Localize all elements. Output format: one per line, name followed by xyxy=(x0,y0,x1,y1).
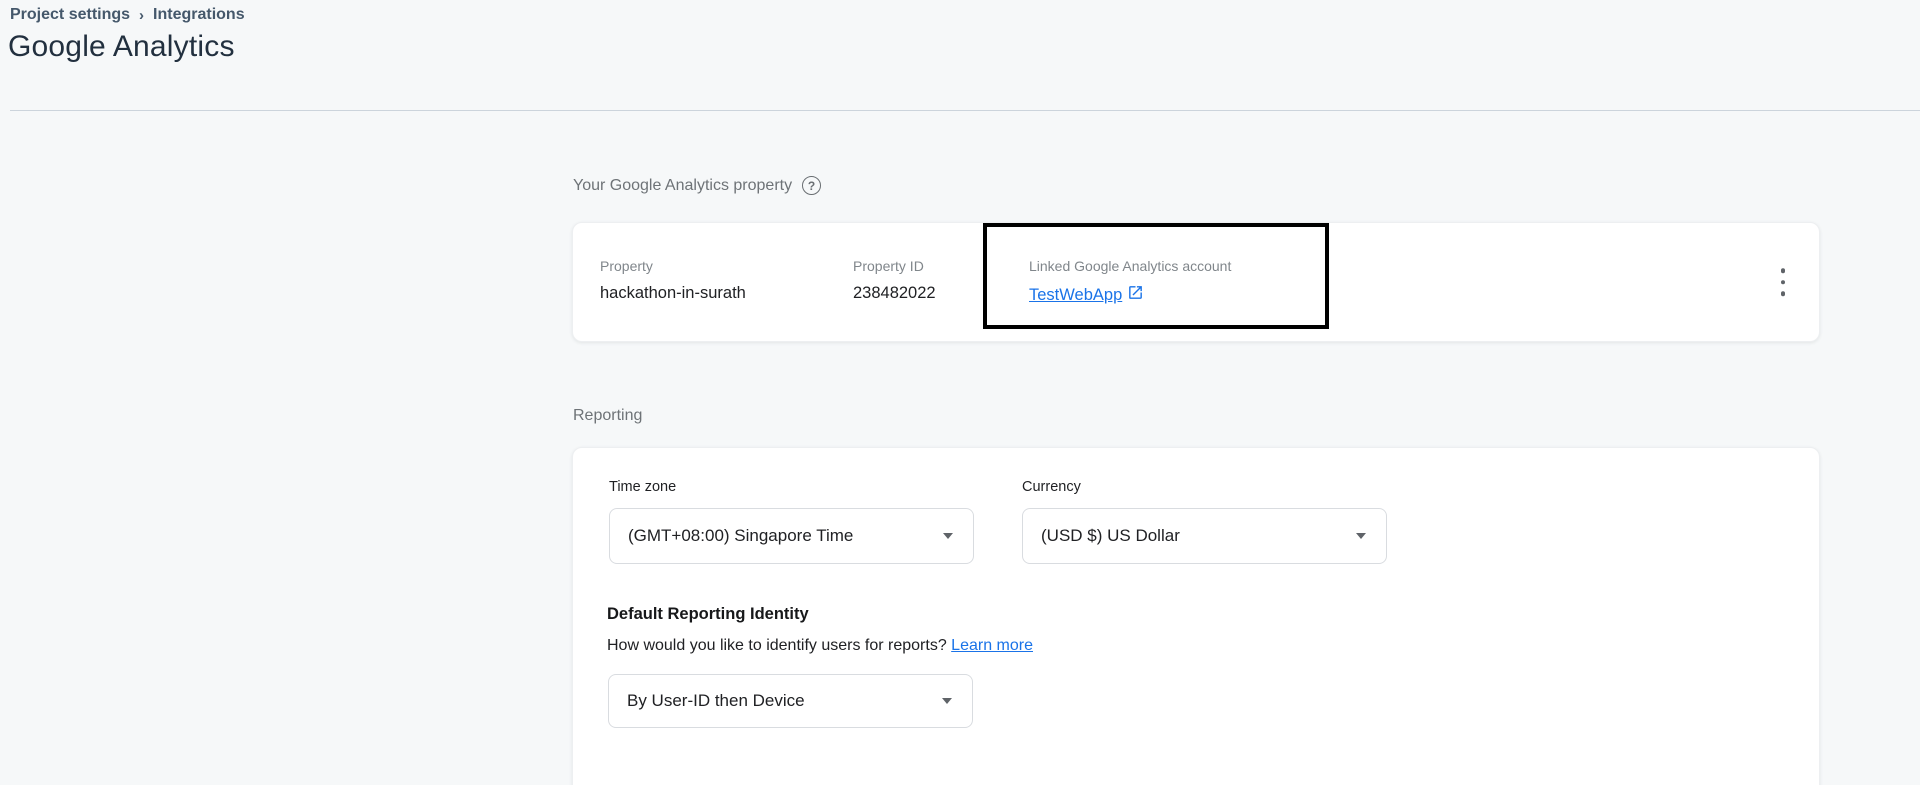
property-section-heading: Your Google Analytics property ? xyxy=(573,176,821,195)
default-reporting-identity-title: Default Reporting Identity xyxy=(607,605,809,624)
reporting-section-heading-label: Reporting xyxy=(573,407,642,425)
currency-label: Currency xyxy=(1022,479,1387,495)
chevron-right-icon: › xyxy=(138,7,145,24)
linked-account-label: Linked Google Analytics account xyxy=(1029,258,1231,274)
help-icon[interactable]: ? xyxy=(802,176,821,195)
property-field: Property hackathon-in-surath xyxy=(600,258,746,303)
property-value: hackathon-in-surath xyxy=(600,284,746,303)
reporting-identity-dropdown-value: By User-ID then Device xyxy=(627,691,805,711)
reporting-identity-dropdown[interactable]: By User-ID then Device xyxy=(608,674,973,728)
chevron-down-icon xyxy=(942,698,952,704)
breadcrumb: Project settings › Integrations xyxy=(10,6,245,24)
currency-field: Currency (USD $) US Dollar xyxy=(1022,479,1387,564)
currency-dropdown-value: (USD $) US Dollar xyxy=(1041,526,1180,546)
reporting-card: Time zone (GMT+08:00) Singapore Time Cur… xyxy=(572,447,1820,785)
linked-account-link[interactable]: TestWebApp xyxy=(1029,284,1144,306)
property-id-label: Property ID xyxy=(853,258,936,274)
chevron-down-icon xyxy=(1356,533,1366,539)
linked-account-field: Linked Google Analytics account TestWebA… xyxy=(1029,258,1231,306)
open-in-new-icon xyxy=(1127,284,1144,306)
property-id-field: Property ID 238482022 xyxy=(853,258,936,303)
reporting-section-heading: Reporting xyxy=(573,407,642,425)
timezone-dropdown-value: (GMT+08:00) Singapore Time xyxy=(628,526,853,546)
identity-description-text: How would you like to identify users for… xyxy=(607,637,947,654)
timezone-dropdown[interactable]: (GMT+08:00) Singapore Time xyxy=(609,508,974,564)
timezone-label: Time zone xyxy=(609,479,974,495)
timezone-field: Time zone (GMT+08:00) Singapore Time xyxy=(609,479,974,564)
linked-account-link-label: TestWebApp xyxy=(1029,286,1122,305)
property-label: Property xyxy=(600,258,746,274)
chevron-down-icon xyxy=(943,533,953,539)
learn-more-link[interactable]: Learn more xyxy=(951,637,1033,654)
default-reporting-identity-description: How would you like to identify users for… xyxy=(607,637,1033,655)
currency-dropdown[interactable]: (USD $) US Dollar xyxy=(1022,508,1387,564)
property-id-value: 238482022 xyxy=(853,284,936,303)
kebab-menu-icon[interactable] xyxy=(1777,264,1790,300)
header-divider xyxy=(10,110,1920,111)
property-card: Property hackathon-in-surath Property ID… xyxy=(572,222,1820,342)
page-title: Google Analytics xyxy=(8,30,235,64)
breadcrumb-integrations[interactable]: Integrations xyxy=(153,6,245,24)
breadcrumb-project-settings[interactable]: Project settings xyxy=(10,6,130,24)
property-section-heading-label: Your Google Analytics property xyxy=(573,177,792,195)
